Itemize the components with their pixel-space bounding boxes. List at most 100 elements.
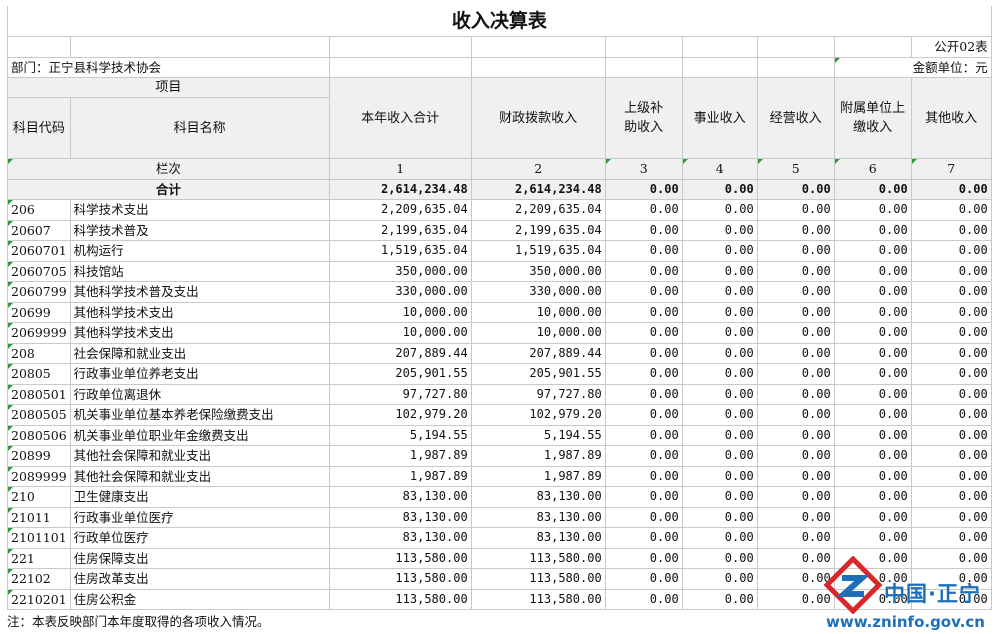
cell-other: 0.00 bbox=[910, 424, 992, 446]
cell-code: 2210201 bbox=[7, 588, 71, 610]
cell-total: 97,727.80 bbox=[328, 383, 472, 405]
cell-name: 机关事业单位基本养老保险缴费支出 bbox=[69, 404, 330, 426]
table-code: 公开02表 bbox=[910, 36, 992, 58]
cell-name: 社会保障和就业支出 bbox=[69, 342, 330, 364]
cell-total: 207,889.44 bbox=[328, 342, 472, 364]
cell-fiscal: 207,889.44 bbox=[470, 342, 606, 364]
cell-fiscal: 205,901.55 bbox=[470, 363, 606, 385]
cell-other: 0.00 bbox=[910, 486, 992, 508]
table-row: 2080505 机关事业单位基本养老保险缴费支出 102,979.20 102,979… bbox=[7, 404, 992, 426]
watermark-url: www.zninfo.gov.cn bbox=[826, 613, 985, 631]
cell-superior: 0.00 bbox=[604, 465, 683, 487]
cell-business: 0.00 bbox=[756, 301, 835, 323]
cell-career: 0.00 bbox=[681, 506, 758, 528]
cell-career: 0.00 bbox=[681, 465, 758, 487]
cell-business: 0.00 bbox=[756, 527, 835, 549]
total-value: 0.00 bbox=[910, 178, 992, 200]
cell-name: 其他科学技术普及支出 bbox=[69, 281, 330, 303]
cell-superior: 0.00 bbox=[604, 240, 683, 262]
col-number: 4 bbox=[681, 158, 758, 180]
cell-superior: 0.00 bbox=[604, 363, 683, 385]
cell-total: 1,987.89 bbox=[328, 445, 472, 467]
cell-name: 行政单位离退休 bbox=[69, 383, 330, 405]
total-row: 合计 2,614,234.48 2,614,234.48 0.00 0.00 0… bbox=[7, 178, 992, 200]
cell-other: 0.00 bbox=[910, 404, 992, 426]
cell-affiliated: 0.00 bbox=[833, 199, 912, 221]
cell-total: 350,000.00 bbox=[328, 260, 472, 282]
total-value: 0.00 bbox=[681, 178, 758, 200]
total-value: 0.00 bbox=[604, 178, 683, 200]
cell-total: 10,000.00 bbox=[328, 301, 472, 323]
table-row: 206 科学技术支出 2,209,635.04 2,209,635.04 0.00 0.0… bbox=[7, 199, 992, 221]
cell-career: 0.00 bbox=[681, 260, 758, 282]
cell-total: 1,987.89 bbox=[328, 465, 472, 487]
cell-other: 0.00 bbox=[910, 445, 992, 467]
cell-name: 其他科学技术支出 bbox=[69, 322, 330, 344]
cell-other: 0.00 bbox=[910, 322, 992, 344]
cell-business: 0.00 bbox=[756, 240, 835, 262]
cell-other: 0.00 bbox=[910, 363, 992, 385]
cell-affiliated: 0.00 bbox=[833, 342, 912, 364]
table-title: 收入决算表 bbox=[7, 6, 992, 37]
cell-total: 83,130.00 bbox=[328, 486, 472, 508]
cell-career: 0.00 bbox=[681, 486, 758, 508]
cell-career: 0.00 bbox=[681, 383, 758, 405]
cell-affiliated: 0.00 bbox=[833, 219, 912, 241]
cell-fiscal: 83,130.00 bbox=[470, 506, 606, 528]
table-row: 2080501 行政单位离退休 97,727.80 97,727.80 0.00 0.00… bbox=[7, 383, 992, 405]
cell-fiscal: 113,580.00 bbox=[470, 547, 606, 569]
income-final-accounts-table: 收入决算表 公开02表 部门：正宁县科学技术协会 金额单位：元 项目 本年收入合… bbox=[7, 6, 992, 610]
cell-other: 0.00 bbox=[910, 506, 992, 528]
cell-other: 0.00 bbox=[910, 240, 992, 262]
cell-fiscal: 2,199,635.04 bbox=[470, 219, 606, 241]
cell-name: 科技馆站 bbox=[69, 260, 330, 282]
table-row: 2060799 其他科学技术普及支出 330,000.00 330,000.00 0.0… bbox=[7, 281, 992, 303]
cell-fiscal: 102,979.20 bbox=[470, 404, 606, 426]
header-career: 事业收入 bbox=[681, 77, 758, 159]
cell-business: 0.00 bbox=[756, 199, 835, 221]
cell-superior: 0.00 bbox=[604, 527, 683, 549]
cell-code: 210 bbox=[7, 486, 71, 508]
cell-business: 0.00 bbox=[756, 465, 835, 487]
cell-code: 20899 bbox=[7, 445, 71, 467]
cell-total: 2,199,635.04 bbox=[328, 219, 472, 241]
cell-name: 机构运行 bbox=[69, 240, 330, 262]
table-row: 20805 行政事业单位养老支出 205,901.55 205,901.55 0.00 0… bbox=[7, 363, 992, 385]
cell-superior: 0.00 bbox=[604, 322, 683, 344]
cell-other: 0.00 bbox=[910, 260, 992, 282]
cell-affiliated: 0.00 bbox=[833, 445, 912, 467]
header-business: 经营收入 bbox=[756, 77, 835, 159]
cell-name: 其他社会保障和就业支出 bbox=[69, 445, 330, 467]
cell-superior: 0.00 bbox=[604, 486, 683, 508]
watermark-name: 中国·正宁 bbox=[884, 582, 981, 606]
cell-name: 行政单位医疗 bbox=[69, 527, 330, 549]
total-value: 0.00 bbox=[756, 178, 835, 200]
cell-business: 0.00 bbox=[756, 445, 835, 467]
cell-career: 0.00 bbox=[681, 588, 758, 610]
header-item: 项目 bbox=[7, 77, 330, 98]
col-number: 6 bbox=[833, 158, 912, 180]
cell-career: 0.00 bbox=[681, 219, 758, 241]
cell-career: 0.00 bbox=[681, 281, 758, 303]
cell-business: 0.00 bbox=[756, 260, 835, 282]
cell-fiscal: 83,130.00 bbox=[470, 527, 606, 549]
header-name: 科目名称 bbox=[69, 97, 330, 159]
header-other: 其他收入 bbox=[910, 77, 992, 159]
cell-name: 行政事业单位养老支出 bbox=[69, 363, 330, 385]
cell-fiscal: 330,000.00 bbox=[470, 281, 606, 303]
cell-business: 0.00 bbox=[756, 486, 835, 508]
cell-name: 其他社会保障和就业支出 bbox=[69, 465, 330, 487]
cell-fiscal: 113,580.00 bbox=[470, 568, 606, 590]
cell-fiscal: 5,194.55 bbox=[470, 424, 606, 446]
cell-affiliated: 0.00 bbox=[833, 465, 912, 487]
col-number: 3 bbox=[604, 158, 683, 180]
cell-name: 住房保障支出 bbox=[69, 547, 330, 569]
cell-code: 2060705 bbox=[7, 260, 71, 282]
cell-superior: 0.00 bbox=[604, 424, 683, 446]
cell-business: 0.00 bbox=[756, 322, 835, 344]
cell-business: 0.00 bbox=[756, 342, 835, 364]
table-row: 21011 行政事业单位医疗 83,130.00 83,130.00 0.00 0.00 0… bbox=[7, 506, 992, 528]
cell-superior: 0.00 bbox=[604, 219, 683, 241]
cell-total: 83,130.00 bbox=[328, 506, 472, 528]
cell-code: 20805 bbox=[7, 363, 71, 385]
